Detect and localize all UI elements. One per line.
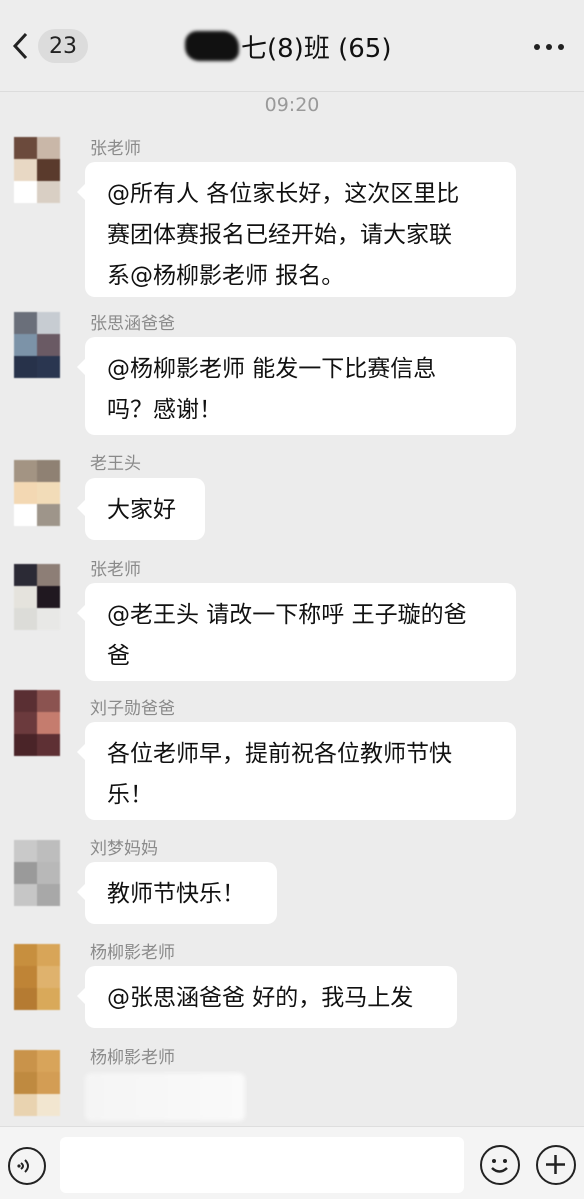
plus-icon — [546, 1155, 565, 1174]
avatar-pixel — [14, 840, 37, 862]
emoji-icon — [491, 1159, 508, 1173]
avatar-pixel — [37, 564, 60, 586]
sender-name: 老王头 — [90, 454, 141, 474]
sender-name: 刘梦妈妈 — [90, 839, 158, 859]
avatar-pixel — [37, 734, 60, 756]
chat-title-text: 七(8)班 (65) — [241, 33, 392, 64]
back-button[interactable]: 23 — [10, 26, 90, 66]
avatar-pixel — [14, 334, 37, 356]
avatar[interactable] — [14, 690, 60, 756]
avatar-pixel — [37, 944, 60, 966]
voice-button[interactable] — [8, 1147, 46, 1185]
time-divider: 09:20 — [264, 94, 320, 116]
sender-name: 张老师 — [90, 139, 141, 159]
avatar-pixel — [14, 137, 37, 159]
avatar-pixel — [14, 159, 37, 181]
avatar-pixel — [14, 181, 37, 203]
avatar-pixel — [37, 482, 60, 504]
avatar-pixel — [37, 356, 60, 378]
avatar-pixel — [14, 944, 37, 966]
avatar-pixel — [14, 690, 37, 712]
avatar-pixel — [14, 312, 37, 334]
avatar-pixel — [14, 1094, 37, 1116]
avatar-pixel — [37, 586, 60, 608]
avatar-pixel — [37, 312, 60, 334]
avatar-pixel — [14, 734, 37, 756]
avatar-pixel — [14, 356, 37, 378]
message-bubble[interactable]: @老王头 请改一下称呼 王子璇的爸 爸 — [77, 583, 516, 681]
sender-name: 张思涵爸爸 — [90, 314, 175, 334]
more-button[interactable] — [534, 44, 564, 50]
avatar-pixel — [14, 1072, 37, 1094]
sender-name: 刘子勋爸爸 — [90, 699, 175, 719]
plus-button[interactable] — [536, 1145, 576, 1185]
avatar-pixel — [37, 1072, 60, 1094]
avatar[interactable] — [14, 564, 60, 630]
redacted-text — [185, 31, 239, 61]
sender-name: 张老师 — [90, 560, 141, 580]
voice-icon — [17, 1159, 29, 1173]
avatar-pixel — [37, 966, 60, 988]
avatar-pixel — [14, 884, 37, 906]
unread-count-badge: 23 — [38, 29, 88, 63]
avatar[interactable] — [14, 1050, 60, 1116]
avatar-pixel — [14, 460, 37, 482]
message-input[interactable] — [60, 1137, 464, 1193]
avatar-pixel — [14, 1050, 37, 1072]
avatar-pixel — [37, 181, 60, 203]
message-bubble[interactable]: 教师节快乐！ — [77, 862, 277, 924]
avatar-pixel — [14, 712, 37, 734]
message-bubble[interactable]: 大家好 — [77, 478, 205, 540]
avatar-pixel — [37, 988, 60, 1010]
avatar-pixel — [37, 460, 60, 482]
avatar-pixel — [37, 1094, 60, 1116]
avatar[interactable] — [14, 840, 60, 906]
avatar-pixel — [37, 137, 60, 159]
avatar-pixel — [37, 712, 60, 734]
avatar-pixel — [37, 504, 60, 526]
chat-title: 七(8)班 (65) — [185, 26, 391, 66]
sender-name: 杨柳影老师 — [90, 1048, 175, 1068]
avatar[interactable] — [14, 944, 60, 1010]
avatar-pixel — [37, 159, 60, 181]
avatar-pixel — [14, 862, 37, 884]
avatar-pixel — [37, 840, 60, 862]
avatar-pixel — [37, 1050, 60, 1072]
redacted-message-bubble[interactable] — [85, 1073, 245, 1121]
message-bubble[interactable]: @所有人 各位家长好，这次区里比 赛团体赛报名已经开始，请大家联 系@杨柳影老师… — [77, 162, 516, 297]
avatar-pixel — [37, 884, 60, 906]
avatar[interactable] — [14, 137, 60, 203]
message-bubble[interactable]: 各位老师早，提前祝各位教师节快 乐！ — [77, 722, 516, 820]
avatar-pixel — [14, 586, 37, 608]
message-bubble[interactable]: @张思涵爸爸 好的，我马上发 — [77, 966, 457, 1028]
input-bar — [0, 1126, 584, 1199]
emoji-button[interactable] — [480, 1145, 520, 1185]
avatar-pixel — [37, 334, 60, 356]
chat-header: 23 七(8)班 (65) — [0, 0, 584, 92]
avatar-pixel — [14, 608, 37, 630]
avatar-pixel — [14, 482, 37, 504]
more-icon — [534, 44, 540, 50]
avatar-pixel — [14, 966, 37, 988]
message-bubble[interactable]: @杨柳影老师 能发一下比赛信息 吗？感谢！ — [77, 337, 516, 435]
avatar-pixel — [14, 988, 37, 1010]
avatar-pixel — [37, 862, 60, 884]
avatar-pixel — [14, 504, 37, 526]
avatar[interactable] — [14, 312, 60, 378]
avatar[interactable] — [14, 460, 60, 526]
sender-name: 杨柳影老师 — [90, 943, 175, 963]
back-chevron-icon — [12, 32, 28, 60]
avatar-pixel — [37, 690, 60, 712]
avatar-pixel — [37, 608, 60, 630]
avatar-pixel — [14, 564, 37, 586]
